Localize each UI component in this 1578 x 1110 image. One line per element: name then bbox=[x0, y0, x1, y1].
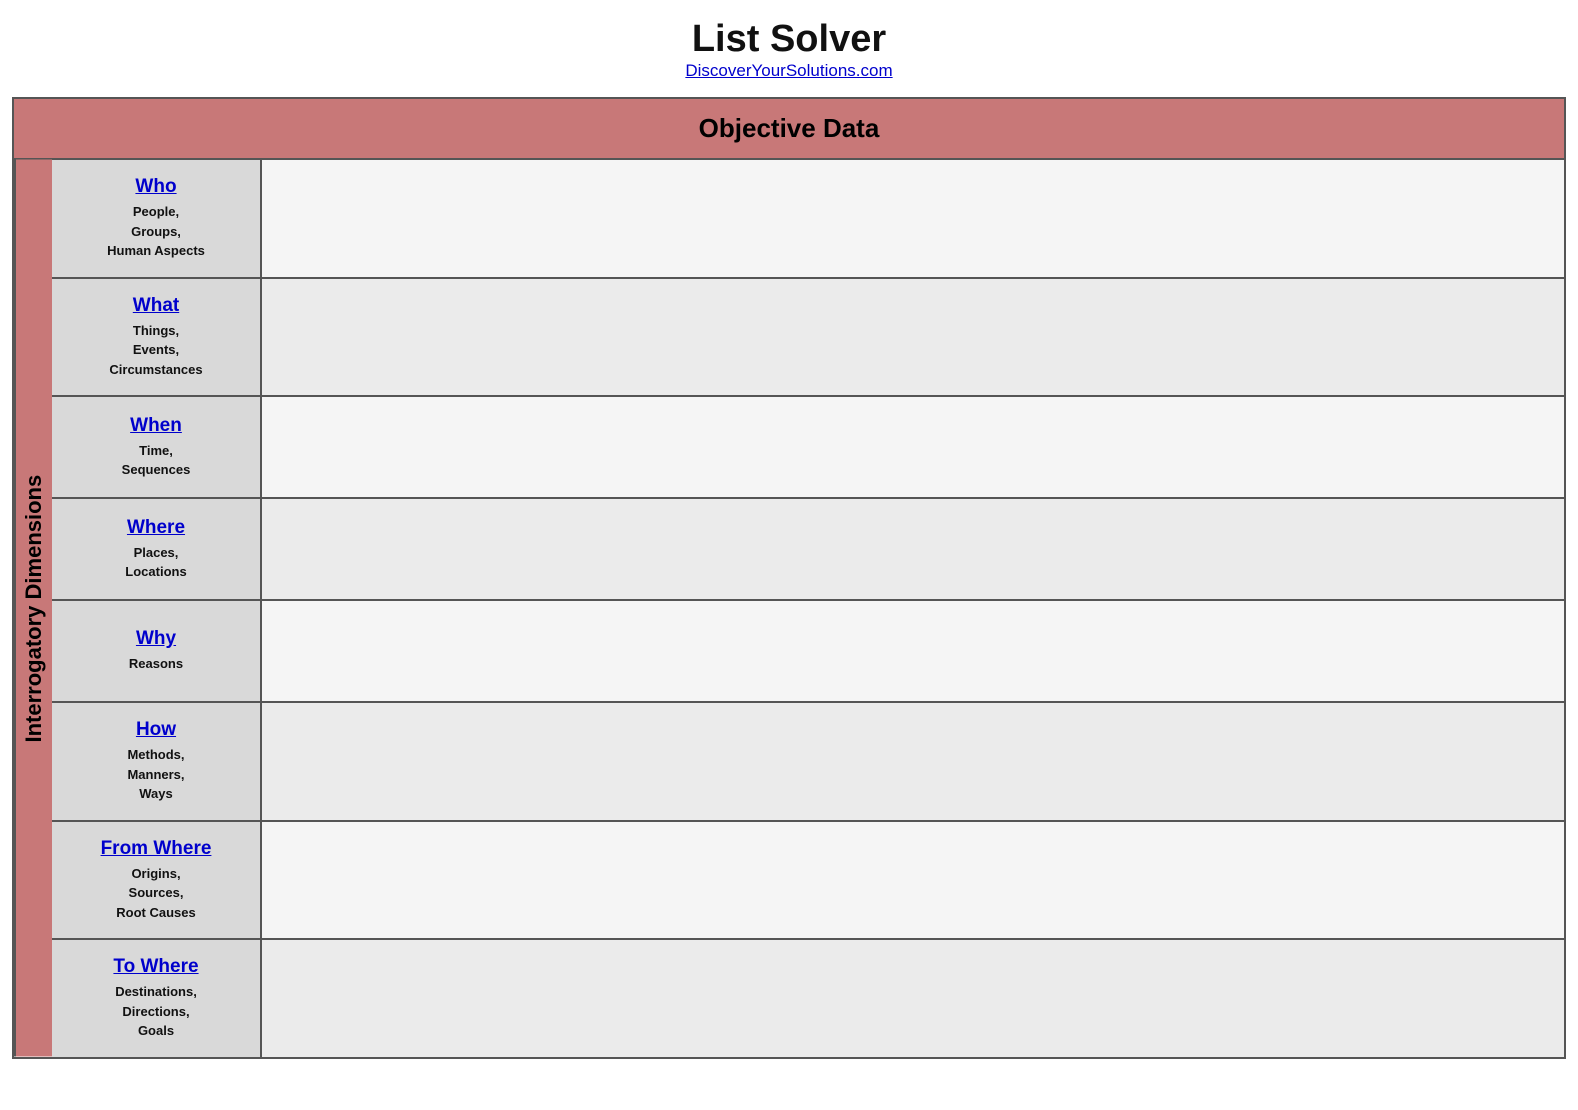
section-header: Objective Data bbox=[14, 99, 1564, 160]
main-table: Objective Data Interrogatory Dimensions … bbox=[12, 97, 1566, 1059]
row-desc-why: Reasons bbox=[129, 654, 183, 674]
row-label-what: What Things,Events,Circumstances bbox=[52, 279, 262, 396]
row-content-to-where bbox=[262, 940, 1564, 1057]
row-content-who bbox=[262, 160, 1564, 277]
row-link-from-where[interactable]: From Where bbox=[101, 838, 212, 860]
row-content-where bbox=[262, 499, 1564, 599]
row-desc-to-where: Destinations,Directions,Goals bbox=[115, 982, 197, 1041]
row-label-from-where: From Where Origins,Sources,Root Causes bbox=[52, 822, 262, 939]
row-link-when[interactable]: When bbox=[130, 415, 182, 437]
table-row: Where Places,Locations bbox=[52, 499, 1564, 601]
row-desc-what: Things,Events,Circumstances bbox=[109, 321, 202, 380]
row-content-why bbox=[262, 601, 1564, 701]
row-content-what bbox=[262, 279, 1564, 396]
row-content-from-where bbox=[262, 822, 1564, 939]
page-title: List Solver bbox=[0, 18, 1578, 61]
table-row: When Time,Sequences bbox=[52, 397, 1564, 499]
row-desc-from-where: Origins,Sources,Root Causes bbox=[116, 864, 195, 923]
row-label-to-where: To Where Destinations,Directions,Goals bbox=[52, 940, 262, 1057]
table-row: What Things,Events,Circumstances bbox=[52, 279, 1564, 398]
row-link-who[interactable]: Who bbox=[135, 176, 176, 198]
table-row: To Where Destinations,Directions,Goals bbox=[52, 940, 1564, 1057]
row-desc-where: Places,Locations bbox=[125, 543, 186, 582]
page-header: List Solver DiscoverYourSolutions.com bbox=[0, 0, 1578, 87]
row-link-what[interactable]: What bbox=[133, 295, 179, 317]
table-row: From Where Origins,Sources,Root Causes bbox=[52, 822, 1564, 941]
row-link-where[interactable]: Where bbox=[127, 517, 185, 539]
row-label-why: Why Reasons bbox=[52, 601, 262, 701]
row-label-when: When Time,Sequences bbox=[52, 397, 262, 497]
row-desc-how: Methods,Manners,Ways bbox=[127, 745, 184, 804]
row-label-where: Where Places,Locations bbox=[52, 499, 262, 599]
table-body: Interrogatory Dimensions Who People,Group… bbox=[14, 160, 1564, 1057]
table-row: How Methods,Manners,Ways bbox=[52, 703, 1564, 822]
table-row: Who People,Groups,Human Aspects bbox=[52, 160, 1564, 279]
row-desc-when: Time,Sequences bbox=[122, 441, 191, 480]
row-content-when bbox=[262, 397, 1564, 497]
site-link[interactable]: DiscoverYourSolutions.com bbox=[685, 61, 892, 80]
row-desc-who: People,Groups,Human Aspects bbox=[107, 202, 205, 261]
row-link-why[interactable]: Why bbox=[136, 628, 176, 650]
row-link-how[interactable]: How bbox=[136, 719, 176, 741]
row-link-to-where[interactable]: To Where bbox=[113, 956, 198, 978]
row-label-how: How Methods,Manners,Ways bbox=[52, 703, 262, 820]
row-label-who: Who People,Groups,Human Aspects bbox=[52, 160, 262, 277]
rows-container: Who People,Groups,Human Aspects What Things… bbox=[52, 160, 1564, 1057]
table-row: Why Reasons bbox=[52, 601, 1564, 703]
sidebar-label: Interrogatory Dimensions bbox=[14, 160, 52, 1057]
row-content-how bbox=[262, 703, 1564, 820]
